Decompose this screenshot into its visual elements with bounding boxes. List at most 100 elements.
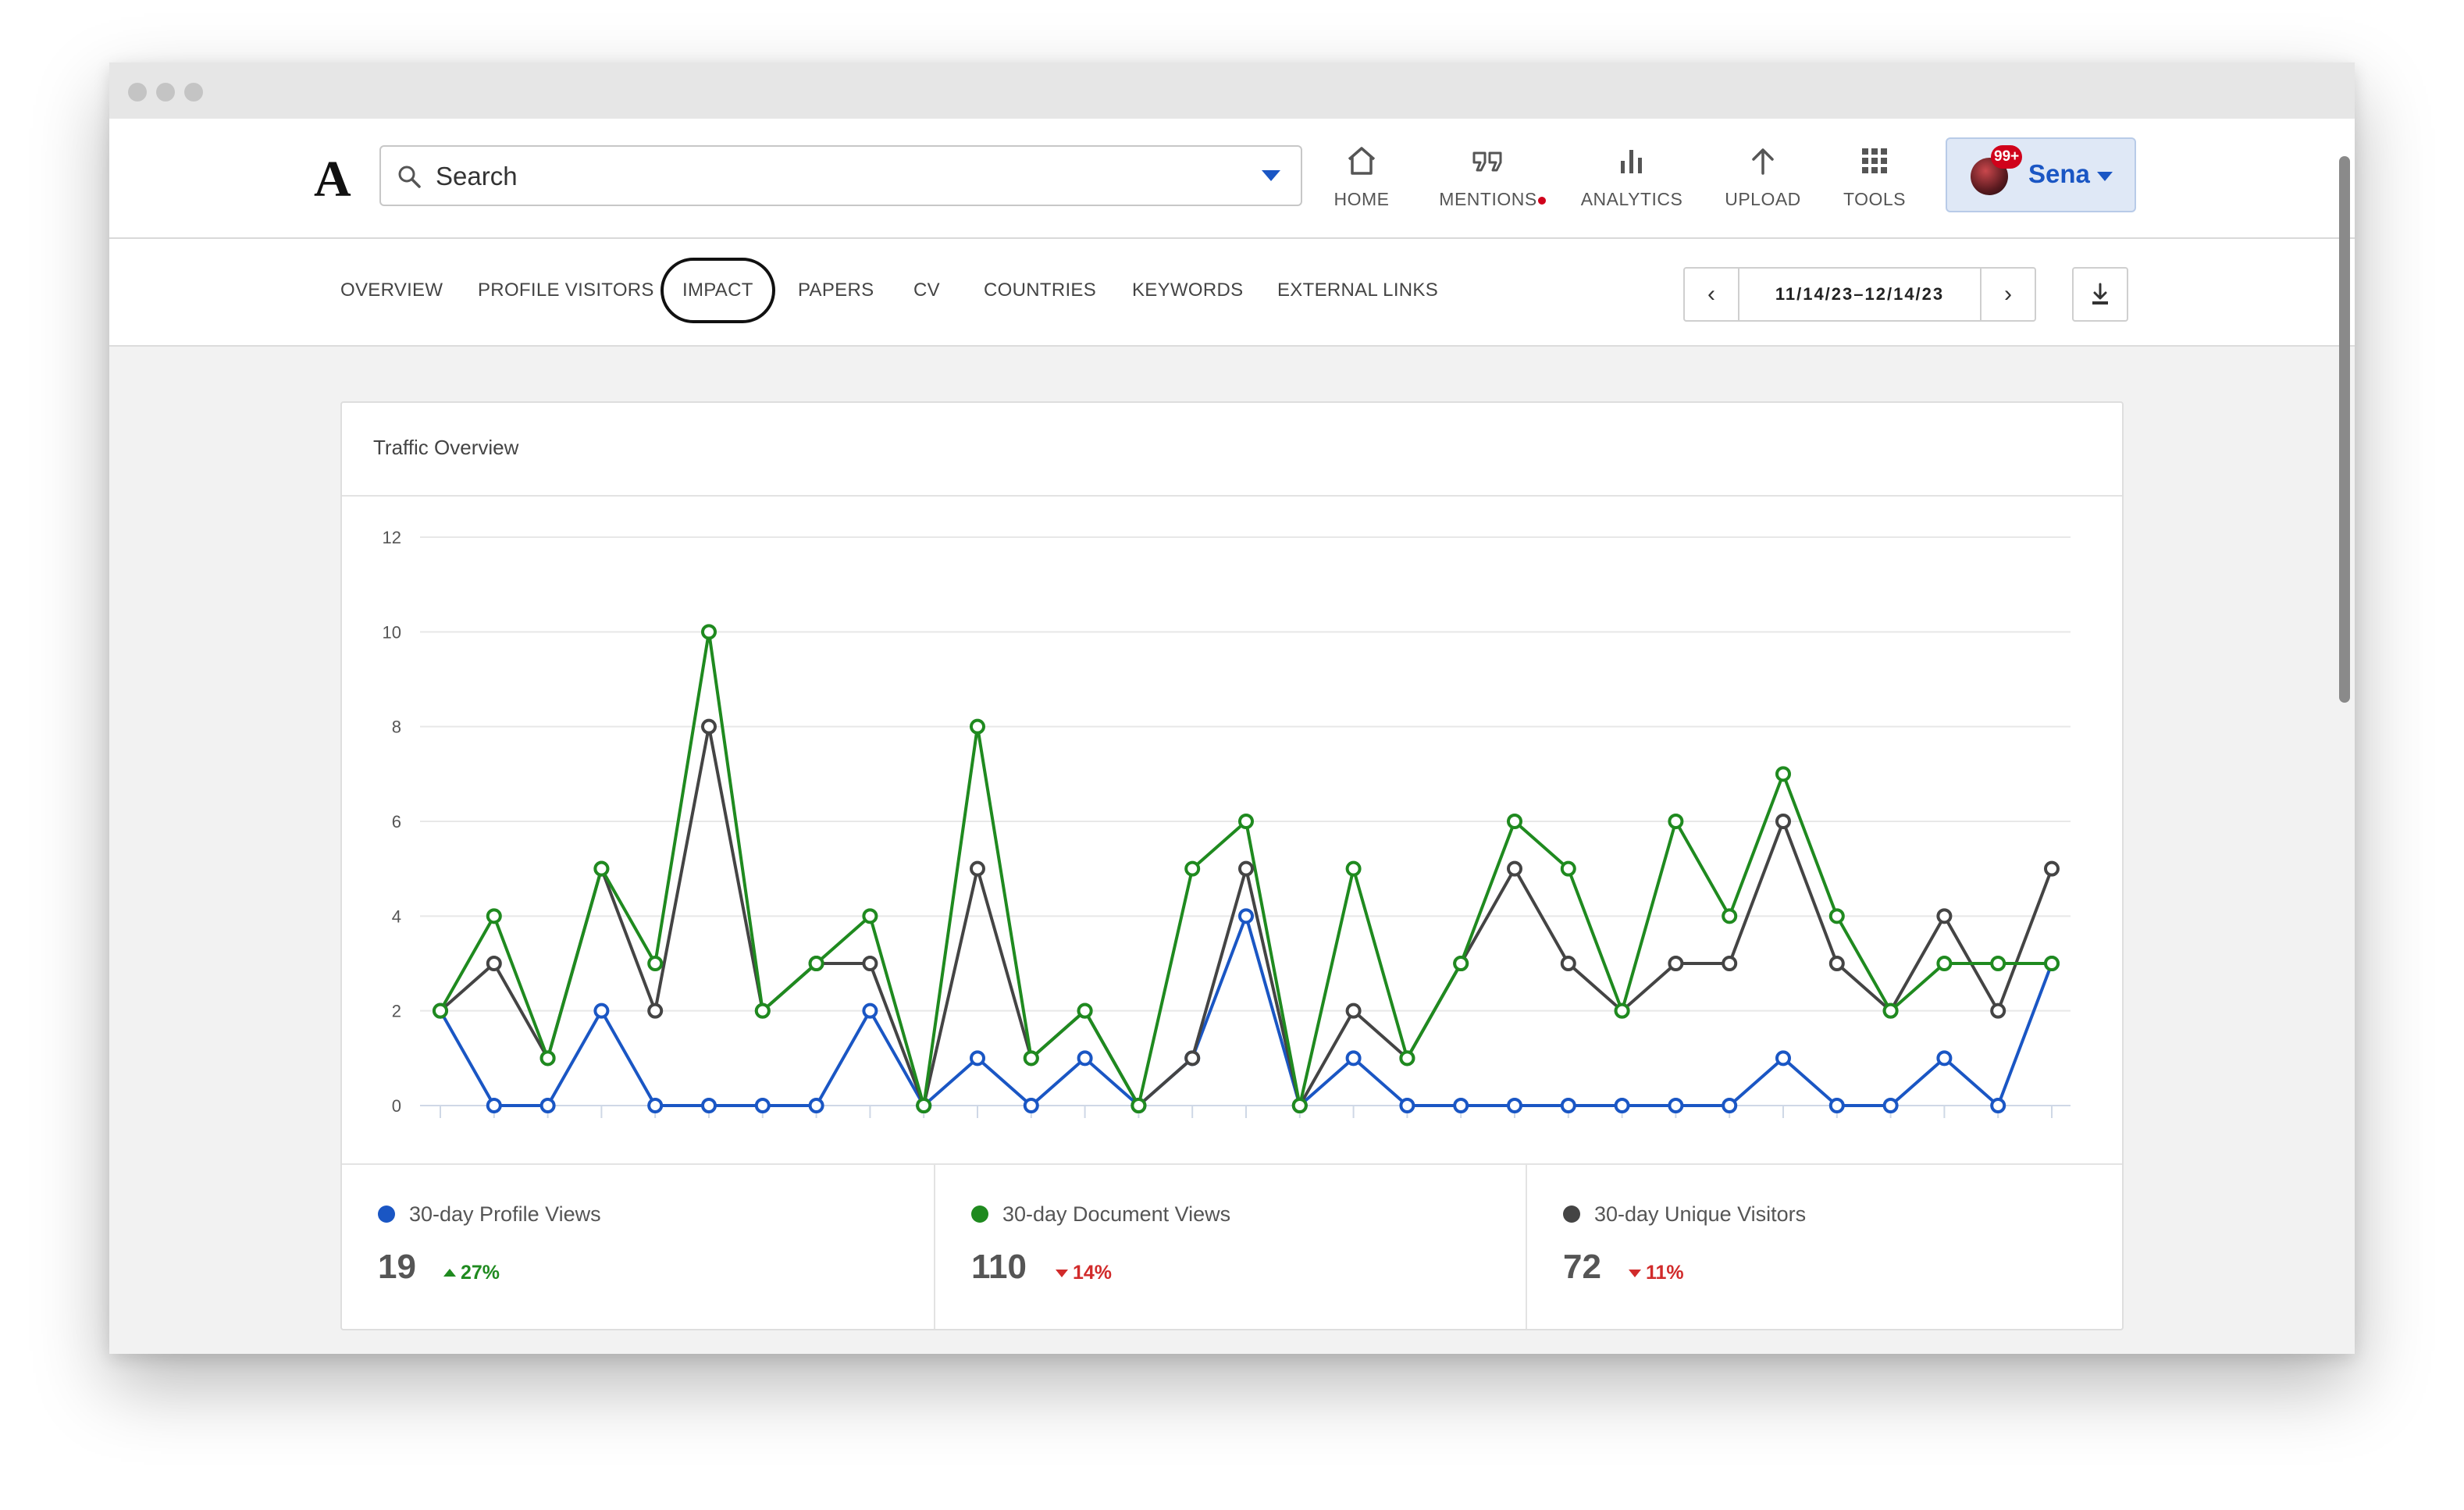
data-point	[1291, 1098, 1308, 1113]
data-point	[2044, 860, 2060, 877]
nav-analytics-label: ANALYTICS	[1580, 189, 1683, 209]
data-point	[1399, 1050, 1415, 1067]
download-icon	[2092, 283, 2108, 304]
data-point	[1507, 860, 1522, 877]
tab-cv[interactable]: CV	[913, 280, 940, 301]
previous-period-button[interactable]: ‹	[1685, 269, 1739, 320]
data-point	[808, 1098, 824, 1113]
data-point	[1560, 1098, 1576, 1113]
data-point	[647, 956, 664, 971]
user-name: Sena	[2028, 159, 2090, 188]
stat-label: 30-day Unique Visitors	[1594, 1202, 1807, 1226]
nav-home-label: HOME	[1333, 189, 1390, 209]
tab-keywords[interactable]: KEYWORDS	[1132, 280, 1243, 301]
data-point	[1184, 860, 1201, 877]
data-point	[1882, 1098, 1899, 1113]
window-close-dot[interactable]	[128, 83, 147, 101]
page-scrollbar[interactable]	[2339, 156, 2350, 703]
data-point	[970, 860, 985, 877]
download-button[interactable]	[2072, 267, 2128, 322]
site-logo[interactable]: A	[314, 148, 351, 211]
data-point	[1722, 956, 1738, 971]
window-titlebar	[109, 62, 2355, 119]
data-point	[1345, 860, 1362, 877]
nav-home[interactable]: HOME	[1321, 142, 1402, 220]
data-point	[647, 1098, 664, 1113]
next-period-button[interactable]: ›	[1980, 269, 2035, 320]
trend-down-icon	[1629, 1270, 1641, 1277]
data-point	[1345, 1050, 1362, 1067]
notification-count-badge: 99+	[1991, 145, 2023, 169]
data-point	[1453, 1098, 1469, 1113]
data-point	[486, 908, 502, 924]
data-point	[1023, 1098, 1039, 1113]
quote-icon	[1472, 151, 1502, 172]
mentions-notification-dot	[1538, 197, 1546, 205]
data-point	[754, 1003, 771, 1019]
tab-external-links[interactable]: EXTERNAL LINKS	[1277, 280, 1438, 301]
tab-impact[interactable]: IMPACT	[661, 258, 775, 323]
stat-change-value: 11%	[1646, 1262, 1684, 1284]
top-navigation: A HOME MENTIONS	[109, 119, 2355, 239]
data-point	[1990, 956, 2006, 971]
nav-tools[interactable]: TOOLS	[1838, 142, 1911, 220]
y-tick-label: 12	[383, 528, 401, 547]
data-point	[862, 1003, 878, 1019]
data-point	[1131, 1098, 1147, 1113]
search-box[interactable]	[379, 145, 1302, 206]
data-point	[1077, 1050, 1093, 1067]
data-point	[1560, 860, 1576, 877]
data-point	[1936, 908, 1953, 924]
legend-swatch	[971, 1206, 988, 1223]
tab-profile-visitors[interactable]: PROFILE VISITORS	[478, 280, 654, 301]
data-point	[1238, 908, 1254, 924]
search-dropdown-chevron-icon[interactable]	[1262, 170, 1280, 181]
date-range-label[interactable]: 11/14/23–12/14/23	[1739, 269, 1980, 320]
chevron-down-icon	[2097, 172, 2113, 181]
data-point	[1990, 1003, 2006, 1019]
upload-arrow-icon	[1752, 148, 1774, 175]
trend-up-icon	[443, 1269, 456, 1277]
data-point	[1238, 860, 1254, 877]
data-point	[1936, 1050, 1953, 1067]
data-point	[1828, 908, 1845, 924]
data-point	[433, 1003, 448, 1019]
y-tick-label: 6	[392, 812, 401, 832]
data-point	[1775, 814, 1791, 829]
data-point	[701, 1098, 717, 1113]
stat-label: 30-day Profile Views	[409, 1202, 601, 1226]
y-tick-label: 10	[383, 622, 401, 642]
data-point	[862, 908, 878, 924]
data-point	[539, 1098, 556, 1113]
data-point	[1077, 1003, 1093, 1019]
data-point	[1399, 1098, 1415, 1113]
window-zoom-dot[interactable]	[184, 83, 203, 101]
y-tick-label: 0	[392, 1096, 401, 1116]
data-point	[701, 718, 717, 735]
data-point	[970, 1050, 985, 1067]
nav-mentions[interactable]: MENTIONS	[1437, 142, 1546, 220]
data-point	[1775, 766, 1791, 782]
stat-value: 19	[378, 1248, 416, 1286]
card-title: Traffic Overview	[373, 436, 519, 459]
data-point	[1560, 956, 1576, 971]
nav-analytics[interactable]: ANALYTICS	[1577, 142, 1686, 220]
data-point	[1238, 814, 1254, 829]
window-minimize-dot[interactable]	[156, 83, 175, 101]
data-point	[1453, 956, 1469, 971]
data-point	[808, 956, 824, 971]
nav-upload[interactable]: UPLOAD	[1719, 142, 1807, 220]
analytics-subnav: OVERVIEW PROFILE VISITORS IMPACT PAPERS …	[109, 239, 2355, 347]
tab-countries[interactable]: COUNTRIES	[984, 280, 1096, 301]
stat-change-down: 11%	[1629, 1262, 1684, 1284]
data-point	[1990, 1098, 2006, 1113]
bar-chart-icon	[1621, 150, 1642, 173]
tab-overview[interactable]: OVERVIEW	[340, 280, 443, 301]
nav-upload-label: UPLOAD	[1725, 189, 1801, 209]
data-point	[486, 1098, 502, 1113]
data-point	[1828, 956, 1845, 971]
legend-swatch	[378, 1206, 395, 1223]
search-input[interactable]	[434, 155, 1218, 198]
user-menu-button[interactable]: 99+ Sena	[1946, 137, 2136, 212]
tab-papers[interactable]: PAPERS	[798, 280, 874, 301]
